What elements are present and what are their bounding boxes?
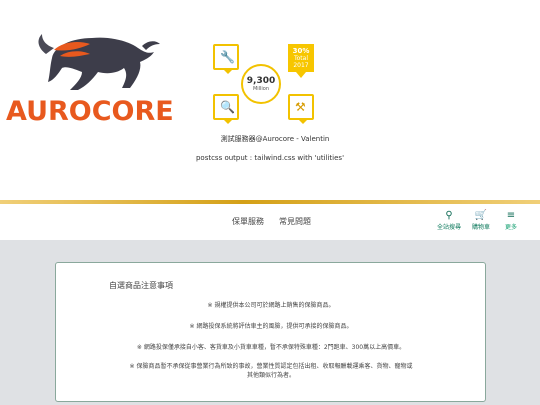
- stat-unit: Million: [252, 86, 270, 92]
- nav-faq[interactable]: 常見問題: [279, 216, 311, 227]
- notice-card: 自選商品注意事項 ※ 規權提供本公司可於網路上銷售的保險商品。 ※ 網路投保系統…: [55, 262, 486, 402]
- notice-title: 自選商品注意事項: [109, 281, 173, 290]
- notice-item: ※ 網路投保僅承接自小客、客貨車及小貨車車種，暫不承保特殊車種：2門跑車、300…: [136, 344, 406, 351]
- site-search-button[interactable]: ⚲ 全站搜尋: [434, 210, 464, 231]
- badge-value: 30%: [292, 47, 310, 55]
- notice-item: ※ 規權提供本公司可於網路上銷售的保險商品。: [207, 302, 335, 309]
- badge-line1: Total: [293, 55, 308, 62]
- notice-item-line1: ※ 保險商品暫不承保從事營業行為所致的事故，營業性質認定包括出租、收取報酬載運乘…: [129, 363, 413, 370]
- more-menu-button[interactable]: ≡ 更多: [496, 210, 526, 231]
- stat-value: 9,300: [246, 76, 276, 86]
- tools-icon: ⚒: [288, 94, 314, 124]
- nav-policy-service[interactable]: 保單服務: [232, 216, 264, 227]
- search-icon: ⚲: [445, 210, 453, 221]
- wrench-icon: 🔧: [213, 44, 239, 74]
- search-document-icon: 🔍: [213, 94, 239, 124]
- percentage-badge: 30% Total 2017: [288, 44, 314, 78]
- bull-icon: [38, 34, 160, 90]
- cart-button[interactable]: 🛒 購物車: [466, 210, 496, 231]
- cart-label: 購物車: [471, 224, 490, 231]
- more-label: 更多: [504, 224, 517, 231]
- main-content: 自選商品注意事項 ※ 規權提供本公司可於網路上銷售的保險商品。 ※ 網路投保系統…: [0, 240, 540, 405]
- server-info-text: 測試服務器@Aurocore - Valentin: [220, 135, 330, 143]
- main-nav: 保單服務 常見問題 ⚲ 全站搜尋 🛒 購物車 ≡ 更多: [0, 204, 540, 240]
- badge-line2: 2017: [293, 62, 309, 69]
- stat-circle: 9,300 Million: [241, 64, 281, 104]
- stats-infographic: 🔧 30% Total 2017 9,300 Million 🔍 ⚒: [208, 42, 318, 124]
- notice-item: ※ 網路投保系統將評估車主的風險，提供可承接的保險商品。: [189, 323, 353, 330]
- site-header: AUROCORE 🔧 30% Total 2017 9,300 Million …: [0, 0, 540, 200]
- brand-name: AUROCORE: [6, 96, 174, 127]
- notice-item-line2: 其他類似行為者。: [246, 372, 295, 379]
- cart-icon: 🛒: [474, 210, 488, 221]
- hamburger-icon: ≡: [506, 210, 516, 221]
- css-info-text: postcss output : tailwind.css with 'util…: [195, 154, 345, 162]
- aurocore-logo[interactable]: AUROCORE: [6, 28, 186, 128]
- site-search-label: 全站搜尋: [436, 224, 461, 231]
- notice-item: ※ 保險商品暫不承保從事營業行為所致的事故，營業性質認定包括出租、收取報酬載運乘…: [96, 362, 446, 380]
